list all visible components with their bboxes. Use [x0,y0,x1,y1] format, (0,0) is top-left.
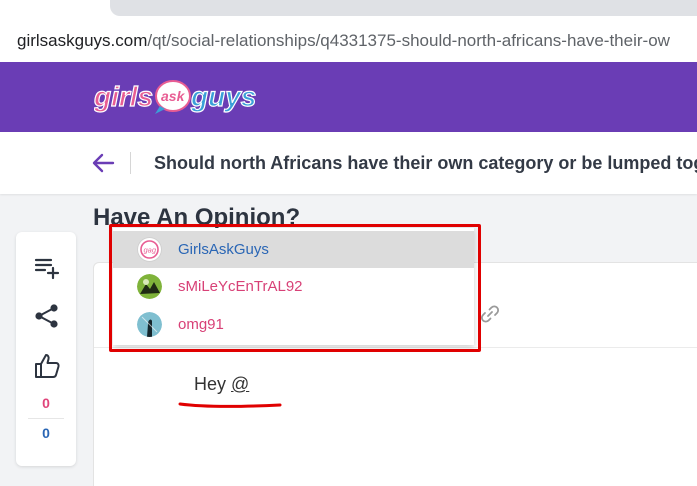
header-divider [130,152,131,174]
user-avatar-icon [137,274,162,299]
typed-text: Hey [194,374,232,394]
browser-tab-strip [0,0,697,22]
dislike-count: 0 [42,425,50,441]
link-icon[interactable] [479,303,501,325]
logo-ask: ask [161,88,186,104]
logo-girls: girls [94,81,153,112]
browser-tab[interactable] [110,0,697,16]
logo-guys: guys [190,81,256,112]
editor-text[interactable]: Hey @ [194,374,249,395]
mention-trigger: @ [231,374,250,394]
user-avatar-icon [137,312,162,337]
mention-dropdown: gag GirlsAskGuys sMiLeYcEnTrAL92 omg91 [113,228,474,345]
question-header: Should north Africans have their own cat… [0,132,697,194]
like-count: 0 [42,395,50,411]
mention-option-name: omg91 [178,316,224,333]
mention-option-girlsaskguys[interactable]: gag GirlsAskGuys [113,231,474,268]
url-host: girlsaskguys.com [17,31,148,50]
url-path: /qt/social-relationships/q4331375-should… [147,31,670,50]
gag-logo-avatar-icon: gag [137,237,162,262]
site-header: girls ask guys [0,62,697,132]
svg-text:gag: gag [144,246,157,255]
question-title[interactable]: Should north Africans have their own cat… [154,153,697,174]
back-arrow-icon[interactable] [91,152,115,174]
action-sidebar: 0 0 [16,232,76,466]
address-bar[interactable]: girlsaskguys.com/qt/social-relationships… [0,22,697,63]
playlist-add-icon[interactable] [33,253,61,281]
mention-option-smileycentral92[interactable]: sMiLeYcEnTrAL92 [113,268,474,305]
count-divider [28,418,64,419]
thumbs-up-icon[interactable] [33,352,61,380]
mention-option-name: GirlsAskGuys [178,241,269,258]
mention-option-omg91[interactable]: omg91 [113,306,474,343]
share-icon[interactable] [33,302,61,330]
annotation-underline [178,402,282,408]
address-bar-url[interactable]: girlsaskguys.com/qt/social-relationships… [17,31,670,51]
mention-option-name: sMiLeYcEnTrAL92 [178,278,303,295]
girlsaskguys-logo[interactable]: girls ask guys [94,74,259,118]
editor-toolbar-divider [94,347,697,348]
